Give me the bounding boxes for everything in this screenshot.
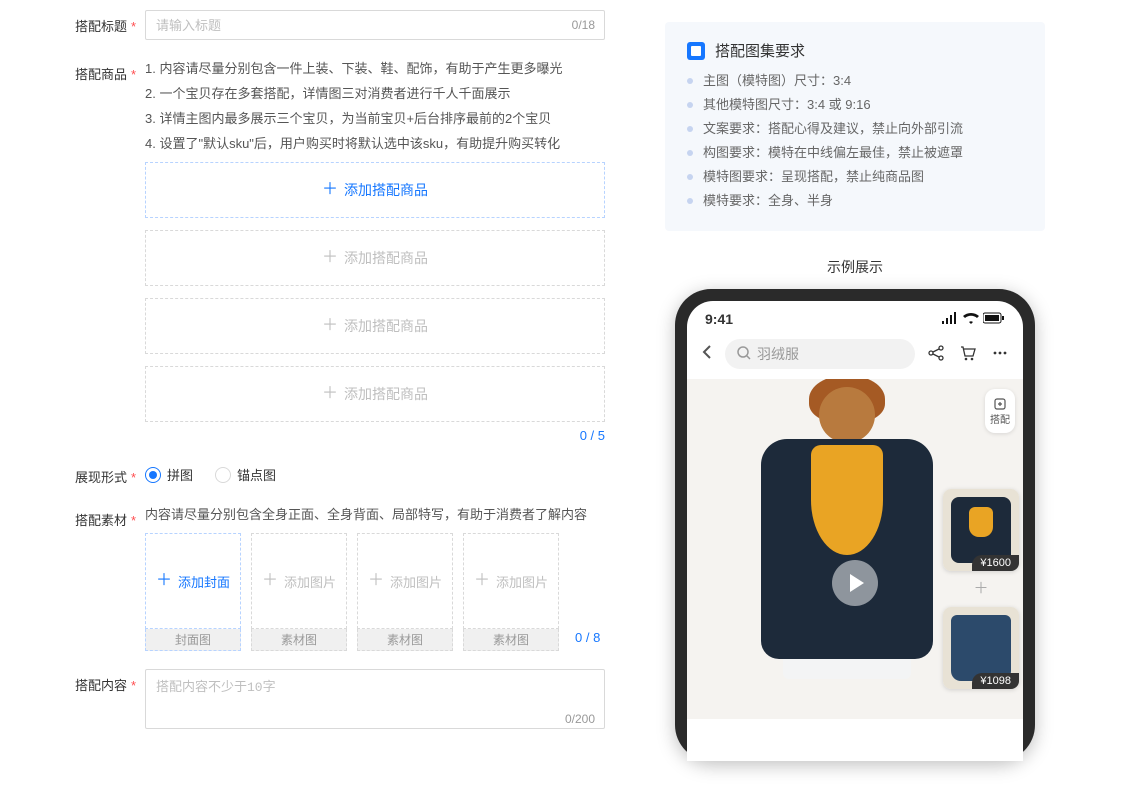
req-item: 模特图要求：呈现搭配，禁止纯商品图 — [703, 167, 924, 187]
status-bar: 9:41 — [687, 301, 1023, 333]
plus-icon: ＋ — [322, 318, 338, 334]
display-label: 展现形式* — [75, 461, 145, 486]
material-tip: 内容请尽量分别包含全身正面、全身背面、局部特写，有助于消费者了解内容 — [145, 504, 605, 523]
plus-icon: ＋ — [156, 573, 172, 589]
product-price-2: ¥1098 — [972, 673, 1019, 689]
upload-cover[interactable]: ＋ 添加封面 — [145, 533, 241, 629]
material-label: 搭配素材* — [75, 504, 145, 529]
phone-preview: 9:41 — [675, 289, 1035, 761]
bullet-icon — [687, 126, 693, 132]
requirements-icon — [687, 42, 705, 60]
badge-icon — [993, 397, 1007, 411]
wifi-icon — [963, 311, 979, 327]
plus-icon: ＋ — [322, 182, 338, 198]
bullet-icon — [687, 78, 693, 84]
cart-icon[interactable] — [959, 344, 977, 365]
play-icon — [850, 574, 864, 592]
req-item: 构图要求：模特在中线偏左最佳，禁止被遮罩 — [703, 143, 963, 163]
caption-cover: 封面图 — [145, 629, 241, 651]
plus-icon: ＋ — [322, 250, 338, 266]
status-time: 9:41 — [705, 311, 733, 327]
product-card-2[interactable]: ¥1098 — [943, 607, 1019, 689]
search-pill[interactable]: 羽绒服 — [725, 339, 915, 369]
preview-title: 示例展示 — [665, 257, 1045, 277]
search-text: 羽绒服 — [757, 344, 799, 364]
bullet-icon — [687, 198, 693, 204]
add-goods-4[interactable]: ＋ 添加搭配商品 — [145, 366, 605, 422]
title-input[interactable] — [145, 10, 605, 40]
upload-img-2[interactable]: ＋ 添加图片 — [357, 533, 453, 629]
battery-icon — [983, 311, 1005, 327]
plus-icon: ＋ — [368, 573, 384, 589]
title-label: 搭配标题* — [75, 10, 145, 35]
requirements-title: 搭配图集要求 — [715, 40, 805, 61]
upload-img-3[interactable]: ＋ 添加图片 — [463, 533, 559, 629]
content-counter: 0/200 — [565, 712, 595, 726]
radio-dot-icon — [215, 467, 231, 483]
bullet-icon — [687, 174, 693, 180]
caption-img-3: 素材图 — [463, 629, 559, 651]
plus-icon: ＋ — [322, 386, 338, 402]
caption-img-1: 素材图 — [251, 629, 347, 651]
preview-hero: 搭配 ¥1600 ＋ ¥1098 — [687, 379, 1023, 719]
plus-icon: ＋ — [262, 573, 278, 589]
add-goods-3[interactable]: ＋ 添加搭配商品 — [145, 298, 605, 354]
req-item: 其他模特图尺寸：3:4 或 9:16 — [703, 95, 871, 115]
radio-dot-checked-icon — [145, 467, 161, 483]
add-goods-2[interactable]: ＋ 添加搭配商品 — [145, 230, 605, 286]
req-item: 主图（模特图）尺寸：3:4 — [703, 71, 851, 91]
content-label: 搭配内容* — [75, 669, 145, 694]
add-goods-primary[interactable]: ＋ 添加搭配商品 — [145, 162, 605, 218]
bullet-icon — [687, 150, 693, 156]
radio-pintu[interactable]: 拼图 — [145, 465, 193, 484]
share-icon[interactable] — [927, 344, 945, 365]
product-card-1[interactable]: ¥1600 — [943, 489, 1019, 571]
req-item: 模特要求：全身、半身 — [703, 191, 833, 211]
goods-count: 0 / 5 — [145, 428, 605, 443]
radio-maodiantu[interactable]: 锚点图 — [215, 465, 276, 484]
goods-tips: 1. 内容请尽量分别包含一件上装、下装、鞋、配饰，有助于产生更多曝光 2. 一个… — [145, 58, 605, 152]
bullet-icon — [687, 102, 693, 108]
plus-icon: ＋ — [474, 573, 490, 589]
play-button[interactable] — [832, 560, 878, 606]
more-icon[interactable] — [991, 344, 1009, 365]
search-icon — [737, 346, 751, 363]
upload-img-1[interactable]: ＋ 添加图片 — [251, 533, 347, 629]
jeans-thumb-icon — [951, 615, 1011, 681]
jacket-thumb-icon — [951, 497, 1011, 563]
signal-icon — [941, 311, 959, 327]
dapei-badge[interactable]: 搭配 — [985, 389, 1015, 433]
goods-label: 搭配商品* — [75, 58, 145, 83]
product-price-1: ¥1600 — [972, 555, 1019, 571]
requirements-panel: 搭配图集要求 主图（模特图）尺寸：3:4 其他模特图尺寸：3:4 或 9:16 … — [665, 22, 1045, 231]
title-counter: 0/18 — [572, 18, 595, 32]
back-icon[interactable] — [701, 344, 713, 365]
req-item: 文案要求：搭配心得及建议，禁止向外部引流 — [703, 119, 963, 139]
material-count: 0 / 8 — [575, 540, 600, 645]
caption-img-2: 素材图 — [357, 629, 453, 651]
content-textarea[interactable] — [145, 669, 605, 729]
model-illustration — [737, 379, 957, 719]
plus-separator-icon: ＋ — [973, 581, 989, 597]
